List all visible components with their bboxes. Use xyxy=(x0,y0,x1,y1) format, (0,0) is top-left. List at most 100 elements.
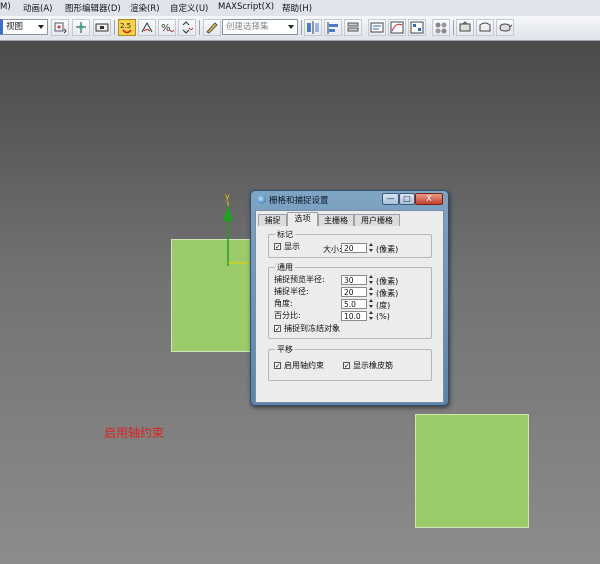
pivot-center-button[interactable] xyxy=(51,19,69,36)
layer-manager-button[interactable] xyxy=(344,19,362,36)
snap-radius-spinner[interactable] xyxy=(369,287,374,297)
marks-group-legend: 标记 xyxy=(275,229,295,240)
render-production-button[interactable] xyxy=(496,19,514,36)
reference-coordinate-dropdown[interactable]: 视图 xyxy=(0,19,48,35)
snap-to-frozen-label: 捕捉到冻结对象 xyxy=(284,324,340,333)
scene-explorer-button[interactable] xyxy=(368,19,386,36)
align-icon xyxy=(327,22,338,34)
minimize-button[interactable]: — xyxy=(382,193,399,205)
menu-item-graph-editors[interactable]: 图形编辑器(D) xyxy=(65,2,121,14)
gizmo-y-label: y xyxy=(225,192,230,201)
mirror-icon xyxy=(307,21,319,34)
percent-snap-button[interactable]: % xyxy=(158,19,176,36)
spinner-snap-button[interactable] xyxy=(178,19,196,36)
curve-editor-button[interactable] xyxy=(388,19,406,36)
menu-item-customize[interactable]: 自定义(U) xyxy=(170,2,208,14)
tab-home-grid-label: 主栅格 xyxy=(324,216,348,225)
scene-explorer-icon xyxy=(370,22,384,33)
rendered-frame-window-button[interactable] xyxy=(476,19,494,36)
select-and-manipulate-button[interactable] xyxy=(72,19,90,36)
reference-coordinate-value: 视图 xyxy=(6,22,24,32)
marks-group: 标记 ✓ 显示 大小: 20 (像素) xyxy=(268,229,432,258)
curve-editor-icon xyxy=(390,21,404,34)
spinner-snap-icon xyxy=(182,21,194,34)
general-group-legend: 通用 xyxy=(275,262,295,273)
maximize-icon: □ xyxy=(403,194,411,203)
render-setup-button[interactable] xyxy=(456,19,474,36)
edit-named-selection-button[interactable] xyxy=(203,19,221,36)
named-selection-placeholder: 创建选择集 xyxy=(226,22,269,32)
align-button[interactable] xyxy=(324,19,342,36)
menu-item-maxscript[interactable]: MAXScript(X) xyxy=(218,2,274,12)
material-editor-icon xyxy=(435,22,447,34)
percent-input[interactable]: 10.0 xyxy=(341,311,367,321)
angle-spinner[interactable] xyxy=(369,299,374,309)
snap-radius-unit: (像素) xyxy=(376,289,399,298)
schematic-icon xyxy=(410,21,424,34)
layers-icon xyxy=(347,22,359,32)
axis-constraint-caption: 启用轴约束 xyxy=(104,426,165,440)
tab-user-grids[interactable]: 用户栅格 xyxy=(354,214,400,226)
render-setup-icon xyxy=(459,21,471,32)
minimize-icon: — xyxy=(386,194,395,203)
tab-snaps-label: 捕捉 xyxy=(264,216,281,225)
snap-radius-input[interactable]: 20 xyxy=(341,287,367,297)
snap-to-frozen-checkbox[interactable]: ✓ xyxy=(274,325,281,333)
angle-input[interactable]: 5.0 xyxy=(341,299,367,309)
snap-preview-radius-input[interactable]: 30 xyxy=(341,275,367,285)
snap-preview-radius-unit: (像素) xyxy=(376,277,399,286)
named-selection-set-dropdown[interactable]: 创建选择集 xyxy=(222,19,298,35)
angle-unit: (度) xyxy=(376,301,391,310)
tab-options[interactable]: 选项 xyxy=(287,212,318,226)
snap-toggle-label: 2.5 xyxy=(120,22,131,30)
menu-bar: M) 动画(A) 图形编辑器(D) 渲染(R) 自定义(U) MAXScript… xyxy=(0,0,600,17)
angle-snap-button[interactable] xyxy=(138,19,156,36)
display-marks-checkbox[interactable]: ✓ xyxy=(274,243,281,251)
close-button[interactable]: X xyxy=(415,193,443,205)
tab-user-grids-label: 用户栅格 xyxy=(361,216,393,225)
toolbar-separator xyxy=(453,20,454,35)
menu-item-animation[interactable]: 动画(A) xyxy=(23,2,52,14)
snaps-toggle-button[interactable]: 2.5 xyxy=(118,19,136,36)
translation-group: 平移 ✓ 启用轴约束 ✓ 显示橡皮筋 xyxy=(268,344,432,381)
marker-size-input[interactable]: 20 xyxy=(341,243,367,253)
percent-label: 百分比: xyxy=(274,311,301,320)
display-marks-label: 显示 xyxy=(284,242,300,251)
display-rubber-band-label: 显示橡皮筋 xyxy=(353,361,393,370)
translation-group-legend: 平移 xyxy=(275,344,295,355)
keyboard-icon xyxy=(95,23,109,32)
maximize-button[interactable]: □ xyxy=(399,193,415,205)
frame-window-icon xyxy=(479,22,491,32)
menu-item-help[interactable]: 帮助(H) xyxy=(282,2,312,14)
percent-spinner[interactable] xyxy=(369,311,374,321)
dialog-title: 栅格和捕捉设置 xyxy=(269,196,329,206)
snap-preview-radius-spinner[interactable] xyxy=(369,275,374,285)
snap-magnet-icon: 2.5 xyxy=(120,22,132,34)
menu-item-group[interactable]: M) xyxy=(0,2,11,12)
use-axis-constraints-label: 启用轴约束 xyxy=(284,361,324,370)
toolbar-separator xyxy=(301,20,302,35)
marker-size-unit: (像素) xyxy=(376,245,399,254)
schematic-view-button[interactable] xyxy=(408,19,426,36)
app-logo-icon xyxy=(257,195,266,204)
dialog-client-area: 捕捉 选项 主栅格 用户栅格 标记 ✓ 显示 大小: 20 (像素) 通用 捕捉… xyxy=(255,210,444,403)
keyboard-shortcut-override-button[interactable] xyxy=(93,19,111,36)
main-toolbar: 视图 2.5 % 创建选择集 xyxy=(0,16,600,41)
teapot-icon xyxy=(499,23,513,32)
general-group: 通用 捕捉预览半径: 30 (像素) 捕捉半径: 20 (像素) 角度: 5.0… xyxy=(268,262,432,339)
angle-label: 角度: xyxy=(274,299,293,308)
pivot-icon xyxy=(54,22,67,34)
mirror-button[interactable] xyxy=(304,19,322,36)
marker-size-spinner[interactable] xyxy=(369,243,374,253)
percent-snap-icon: % xyxy=(161,23,175,34)
menu-item-rendering[interactable]: 渲染(R) xyxy=(130,2,160,14)
percent-unit: (%) xyxy=(376,312,390,321)
tab-snaps[interactable]: 捕捉 xyxy=(258,214,287,226)
material-editor-button[interactable] xyxy=(432,19,450,36)
manipulate-icon xyxy=(76,22,86,33)
display-rubber-band-checkbox[interactable]: ✓ xyxy=(343,362,350,370)
use-axis-constraints-checkbox[interactable]: ✓ xyxy=(274,362,281,370)
plane-object-right[interactable] xyxy=(415,414,529,528)
svg-text:%: % xyxy=(161,23,171,34)
tab-home-grid[interactable]: 主栅格 xyxy=(318,214,354,226)
